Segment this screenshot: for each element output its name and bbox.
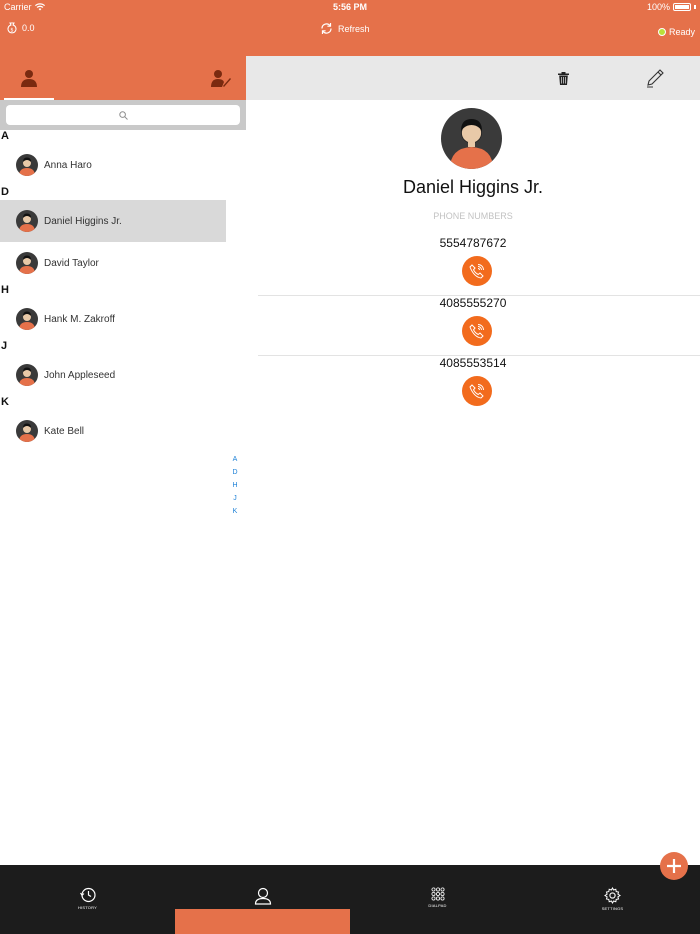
tab-contacts-main[interactable]: [175, 865, 350, 934]
edit-button[interactable]: [643, 66, 667, 90]
bottom-tab-bar: HISTORY DIALPAD SETTINGS: [0, 865, 700, 934]
status-bar: Carrier 5:56 PM 100%: [0, 0, 700, 14]
section-header-k: K: [1, 396, 9, 408]
contact-full-name: Daniel Higgins Jr.: [402, 177, 544, 197]
detail-toolbar: [246, 56, 700, 100]
contact-row-john-appleseed[interactable]: John Appleseed: [0, 354, 226, 396]
section-header-d: D: [1, 186, 9, 198]
battery-indicator: 100%: [647, 2, 696, 12]
section-header-h: H: [1, 284, 9, 296]
avatar-icon: [19, 311, 35, 330]
phone-entry: 4085555270: [258, 296, 700, 356]
avatar: [16, 364, 38, 386]
person-icon: [21, 70, 37, 87]
contact-sections: A Anna Haro D Daniel Higgins Jr. David T…: [0, 130, 246, 452]
contact-list-pane: A Anna Haro D Daniel Higgins Jr. David T…: [0, 56, 246, 865]
add-contact-button[interactable]: [660, 852, 688, 880]
contact-name: Anna Haro: [44, 159, 92, 171]
avatar-icon: [19, 423, 35, 442]
tab-label: HISTORY: [77, 905, 98, 910]
contact-name: David Taylor: [44, 257, 99, 269]
dialpad-icon: [430, 887, 444, 901]
phone-call-icon: [469, 384, 484, 399]
tab-history[interactable]: HISTORY: [0, 865, 175, 934]
avatar: [16, 210, 38, 232]
section-header-j: J: [1, 340, 8, 352]
settings-icon: [604, 887, 621, 904]
avatar: [16, 154, 38, 176]
phone-call-icon: [469, 324, 484, 339]
phone-number: 5554787672: [439, 236, 507, 250]
tab-dialpad[interactable]: DIALPAD: [350, 865, 525, 934]
avatar: [16, 420, 38, 442]
search-bar: [0, 100, 246, 130]
contact-detail-pane: Daniel Higgins Jr. PHONE NUMBERS 5554787…: [246, 56, 700, 865]
avatar-icon: [19, 157, 35, 176]
avatar-icon: [19, 213, 35, 232]
top-bar: Carrier 5:56 PM 100% $ 0.0 Refresh Ready: [0, 0, 700, 56]
battery-label: 100%: [646, 2, 670, 12]
call-button[interactable]: [462, 376, 492, 406]
avatar-icon: [450, 119, 493, 169]
phone-number: 4085555270: [439, 296, 507, 310]
phone-entry: 5554787672: [258, 236, 700, 296]
avatar-icon: [19, 255, 35, 274]
connection-status: Ready: [657, 27, 695, 37]
balance-value: 0.0: [22, 23, 35, 33]
call-button[interactable]: [462, 256, 492, 286]
index-letter-j[interactable]: J: [228, 495, 242, 502]
index-letter-a[interactable]: A: [228, 456, 242, 463]
tab-label: SETTINGS: [601, 906, 624, 911]
balance-display: $ 0.0: [6, 22, 35, 34]
money-bag-icon: $: [7, 22, 17, 34]
refresh-label: Refresh: [338, 23, 370, 34]
index-letter-k[interactable]: K: [228, 508, 242, 515]
search-icon: [118, 110, 128, 120]
delete-button[interactable]: [551, 66, 575, 90]
battery-icon: [673, 3, 691, 11]
connection-status-label: Ready: [668, 27, 695, 37]
contact-tabs: [0, 56, 246, 100]
avatar: [16, 252, 38, 274]
phone-entry: 4085553514: [258, 356, 700, 408]
status-time: 5:56 PM: [332, 2, 367, 12]
avatar: [16, 308, 38, 330]
section-header-a: A: [1, 130, 9, 142]
phone-call-icon: [469, 264, 484, 279]
contacts-icon: [254, 887, 271, 905]
contact-name: Kate Bell: [44, 425, 85, 437]
section-index: A D H J K: [228, 456, 242, 515]
contact-name: Daniel Higgins Jr.: [44, 215, 122, 227]
contact-row-anna-haro[interactable]: Anna Haro: [0, 144, 226, 186]
contact-name: John Appleseed: [44, 369, 116, 381]
index-letter-d[interactable]: D: [228, 469, 242, 476]
pencil-icon: [647, 69, 664, 88]
phone-numbers-heading: PHONE NUMBERS: [433, 211, 513, 221]
contact-row-david-taylor[interactable]: David Taylor: [0, 242, 226, 284]
tab-label: DIALPAD: [428, 903, 447, 908]
phone-number: 4085553514: [439, 356, 507, 370]
tab-edit-contacts[interactable]: [196, 56, 246, 100]
refresh-icon: [321, 23, 332, 34]
trash-icon: [557, 71, 569, 85]
svg-text:$: $: [10, 28, 13, 34]
call-button[interactable]: [462, 316, 492, 346]
plus-icon: [667, 859, 681, 873]
person-edit-icon: [211, 70, 231, 87]
contact-row-kate-bell[interactable]: Kate Bell: [0, 410, 226, 452]
tab-contacts[interactable]: [4, 56, 54, 100]
status-dot-icon: [657, 28, 666, 36]
index-letter-h[interactable]: H: [228, 482, 242, 489]
history-icon: [79, 887, 96, 903]
avatar-icon: [19, 367, 35, 386]
contact-name: Hank M. Zakroff: [44, 313, 115, 325]
refresh-button[interactable]: Refresh: [320, 22, 370, 35]
search-input[interactable]: [6, 105, 240, 125]
contact-photo: [441, 108, 502, 169]
contact-row-hank-zakroff[interactable]: Hank M. Zakroff: [0, 298, 226, 340]
contact-row-daniel-higgins[interactable]: Daniel Higgins Jr.: [0, 200, 226, 242]
